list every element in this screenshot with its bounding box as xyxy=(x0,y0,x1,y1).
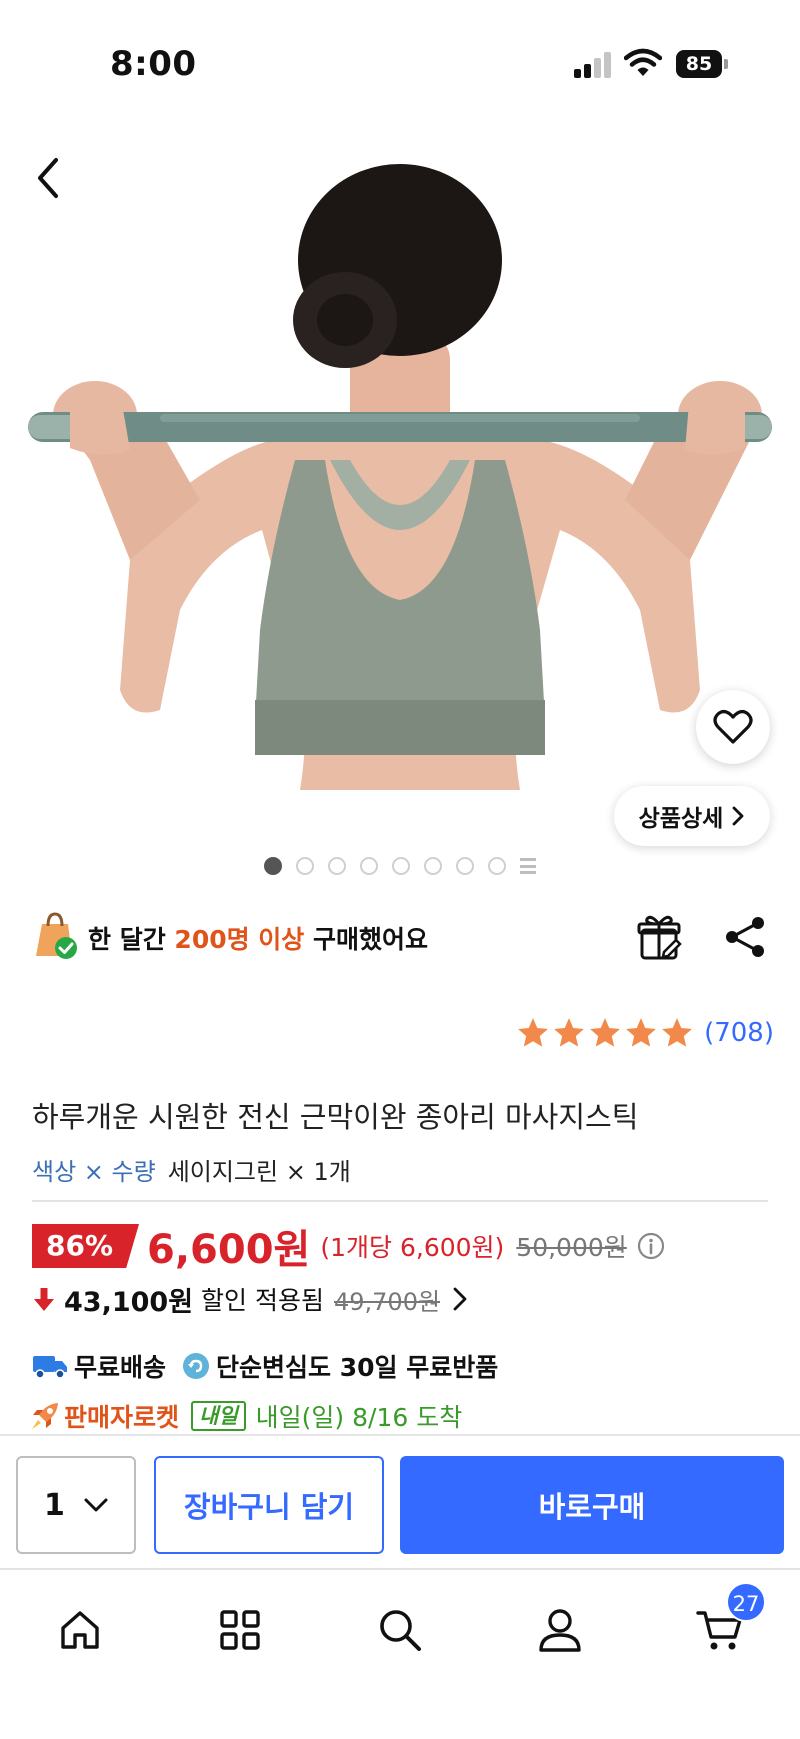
product-image xyxy=(28,164,772,790)
price-row: 86% 6,600원 (1개당 6,600원) 50,000원 xyxy=(32,1218,665,1274)
option-value: 세이지그린 × 1개 xyxy=(167,1158,351,1186)
purchase-action-bar: 1 장바구니 담기 바로구매 xyxy=(0,1434,800,1568)
delivery-row: 판매자로켓 내일 내일(일) 8/16 도착 xyxy=(30,1394,462,1438)
home-icon xyxy=(61,1611,99,1649)
buy-now-button[interactable]: 바로구매 xyxy=(400,1456,784,1554)
user-icon xyxy=(539,1609,581,1652)
return-icon xyxy=(183,1353,210,1379)
product-image-carousel[interactable]: 상품상세 xyxy=(0,130,800,890)
info-icon[interactable] xyxy=(637,1232,665,1260)
gift-icon[interactable] xyxy=(634,912,684,962)
back-button[interactable] xyxy=(26,148,70,208)
star-icon xyxy=(662,1018,692,1047)
shipping-row: 무료배송 단순변심도 30일 무료반품 xyxy=(32,1344,498,1388)
carousel-dot[interactable] xyxy=(264,857,282,875)
shopping-bag-check-icon xyxy=(36,912,77,959)
quantity-select[interactable]: 1 xyxy=(16,1456,136,1554)
carousel-dot[interactable] xyxy=(360,857,378,875)
tab-my-page[interactable] xyxy=(528,1598,592,1662)
add-to-cart-button[interactable]: 장바구니 담기 xyxy=(154,1456,384,1554)
carousel-dot[interactable] xyxy=(424,857,442,875)
chevron-right-icon xyxy=(732,806,744,826)
discount-badge: 86% xyxy=(32,1224,140,1268)
bottom-tab-bar: 27 xyxy=(0,1568,800,1739)
carousel-dot[interactable] xyxy=(456,857,474,875)
cellular-signal-icon xyxy=(574,52,612,78)
tab-search[interactable] xyxy=(368,1598,432,1662)
purchase-count-text: 한 달간 200명 이상 구매했어요 xyxy=(88,920,428,956)
coupon-discount-row[interactable]: 43,100원 할인 적용됨 49,700원 xyxy=(32,1278,470,1320)
share-icon[interactable] xyxy=(722,914,768,960)
divider xyxy=(32,1200,768,1202)
coupon-before-price: 49,700원 xyxy=(333,1287,441,1316)
battery-icon: 85 xyxy=(676,50,728,78)
back-icon xyxy=(38,158,58,198)
option-label: 색상 × 수량 xyxy=(32,1158,156,1186)
cart-count-badge: 27 xyxy=(726,1582,766,1622)
status-bar: 8:00 85 xyxy=(0,0,800,130)
categories-icon xyxy=(220,1610,260,1650)
rating-row[interactable]: (708) xyxy=(516,1012,774,1054)
truck-icon xyxy=(33,1356,67,1379)
status-time: 8:00 xyxy=(110,44,197,84)
battery-level: 85 xyxy=(676,50,722,78)
down-arrow-icon xyxy=(34,1288,54,1311)
free-shipping-text: 무료배송 xyxy=(74,1353,167,1382)
purchase-prefix: 한 달간 xyxy=(88,925,175,954)
sale-price: 6,600원 xyxy=(147,1227,311,1273)
star-icon xyxy=(626,1018,656,1047)
quantity-value: 1 xyxy=(44,1487,65,1523)
tab-home[interactable] xyxy=(48,1598,112,1662)
unit-price: (1개당 6,600원) xyxy=(320,1233,505,1262)
carousel-more-icon[interactable] xyxy=(520,858,536,874)
star-icon xyxy=(518,1018,548,1047)
star-rating xyxy=(516,1016,694,1050)
seller-rocket-label: 판매자로켓 xyxy=(64,1403,180,1432)
tomorrow-badge: 내일 xyxy=(191,1401,246,1431)
carousel-dot[interactable] xyxy=(392,857,410,875)
product-title: 하루개운 시원한 전신 근막이완 종아리 마사지스틱 xyxy=(32,1100,639,1134)
purchase-suffix: 구매했어요 xyxy=(304,925,429,954)
search-icon xyxy=(380,1610,421,1651)
coupon-applied-text: 할인 적용됨 xyxy=(201,1286,324,1315)
star-icon xyxy=(554,1018,584,1047)
tab-categories[interactable] xyxy=(208,1598,272,1662)
product-detail-label: 상품상세 xyxy=(638,806,724,832)
chevron-down-icon xyxy=(84,1498,108,1512)
chevron-right-icon xyxy=(453,1287,467,1311)
carousel-dot[interactable] xyxy=(328,857,346,875)
wifi-icon xyxy=(624,48,662,76)
coupon-price: 43,100원 xyxy=(64,1286,194,1318)
free-return-text: 단순변심도 30일 무료반품 xyxy=(216,1353,499,1382)
heart-icon xyxy=(713,710,753,744)
carousel-indicator xyxy=(264,856,536,876)
carousel-dot[interactable] xyxy=(488,857,506,875)
purchase-count-row: 한 달간 200명 이상 구매했어요 xyxy=(32,910,772,966)
purchase-highlight: 200명 이상 xyxy=(174,925,305,954)
rocket-icon xyxy=(32,1403,58,1429)
carousel-dot[interactable] xyxy=(296,857,314,875)
option-row[interactable]: 색상 × 수량 세이지그린 × 1개 xyxy=(32,1152,351,1187)
arrival-date: 내일(일) 8/16 도착 xyxy=(255,1403,463,1432)
product-detail-button[interactable]: 상품상세 xyxy=(614,786,770,846)
review-count-link[interactable]: (708) xyxy=(704,1018,774,1048)
original-price: 50,000원 xyxy=(516,1233,627,1262)
wishlist-button[interactable] xyxy=(696,690,770,764)
star-icon xyxy=(590,1018,620,1047)
